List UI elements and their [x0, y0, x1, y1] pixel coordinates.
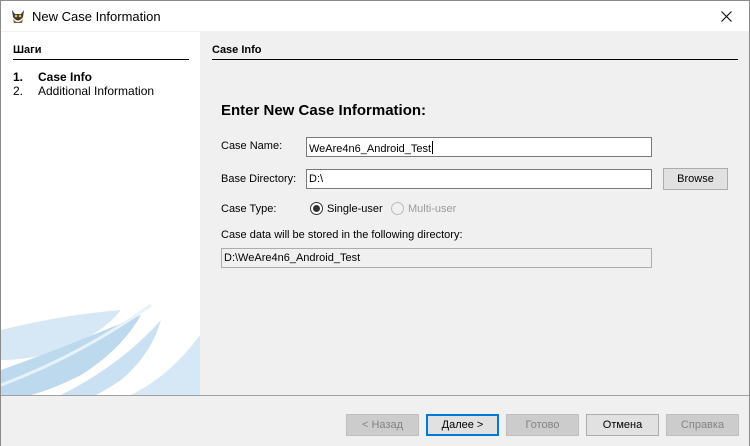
app-logo-icon — [12, 10, 24, 23]
multi-user-radio[interactable]: Multi-user — [391, 202, 456, 215]
case-type-label: Case Type: — [221, 203, 277, 215]
cancel-button[interactable]: Отмена — [586, 414, 659, 436]
close-icon — [720, 10, 732, 22]
step-number: 2. — [13, 84, 24, 98]
help-button[interactable]: Справка — [666, 414, 739, 436]
storage-path-value: D:\WeAre4n6_Android_Test — [224, 252, 361, 264]
case-name-value: WeAre4n6_Android_Test — [309, 143, 432, 155]
radio-unselected-icon — [391, 202, 404, 215]
step-label: Additional Information — [38, 84, 155, 98]
window-title: New Case Information — [32, 9, 161, 24]
title-bar: New Case Information — [1, 1, 749, 31]
browse-label: Browse — [677, 173, 714, 185]
next-button[interactable]: Далее > — [426, 414, 499, 436]
browse-button[interactable]: Browse — [663, 168, 728, 190]
step-label: Case Info — [38, 70, 93, 84]
new-case-dialog: New Case Information Шаги 1. Case Info 2.… — [0, 0, 750, 446]
decorative-swoosh-graphic — [1, 303, 200, 395]
back-button[interactable]: < Назад — [346, 414, 419, 436]
multi-user-label: Multi-user — [408, 202, 457, 215]
case-info-panel: Case Info Enter New Case Information: Ca… — [200, 32, 749, 395]
single-user-radio[interactable]: Single-user — [310, 202, 383, 215]
next-label: Далее > — [441, 419, 484, 431]
back-label: < Назад — [362, 419, 403, 431]
wizard-button-bar: < Назад Далее > Готово Отмена Справка — [1, 395, 749, 446]
step-case-info: 1. Case Info — [13, 70, 92, 84]
help-label: Справка — [680, 419, 725, 431]
text-caret — [432, 141, 434, 154]
radio-selected-icon — [310, 202, 323, 215]
finish-button[interactable]: Готово — [506, 414, 579, 436]
steps-header: Шаги — [13, 44, 189, 60]
case-name-input[interactable]: WeAre4n6_Android_Test — [306, 137, 652, 157]
base-directory-label: Base Directory: — [221, 173, 297, 185]
steps-panel: Шаги 1. Case Info 2. Additional Informatio… — [1, 32, 200, 395]
form-title: Enter New Case Information: — [221, 102, 427, 119]
close-button[interactable] — [703, 1, 749, 31]
storage-path-field: D:\WeAre4n6_Android_Test — [221, 248, 652, 268]
base-directory-input[interactable]: D:\ — [306, 169, 652, 189]
base-directory-value: D:\ — [309, 173, 324, 185]
case-name-label: Case Name: — [221, 140, 283, 152]
finish-label: Готово — [525, 419, 560, 431]
section-header: Case Info — [212, 44, 738, 60]
storage-directory-label: Case data will be stored in the followin… — [221, 229, 463, 241]
cancel-label: Отмена — [602, 419, 643, 431]
step-additional-information: 2. Additional Information — [13, 84, 154, 98]
step-number: 1. — [13, 70, 24, 84]
single-user-label: Single-user — [327, 202, 383, 215]
